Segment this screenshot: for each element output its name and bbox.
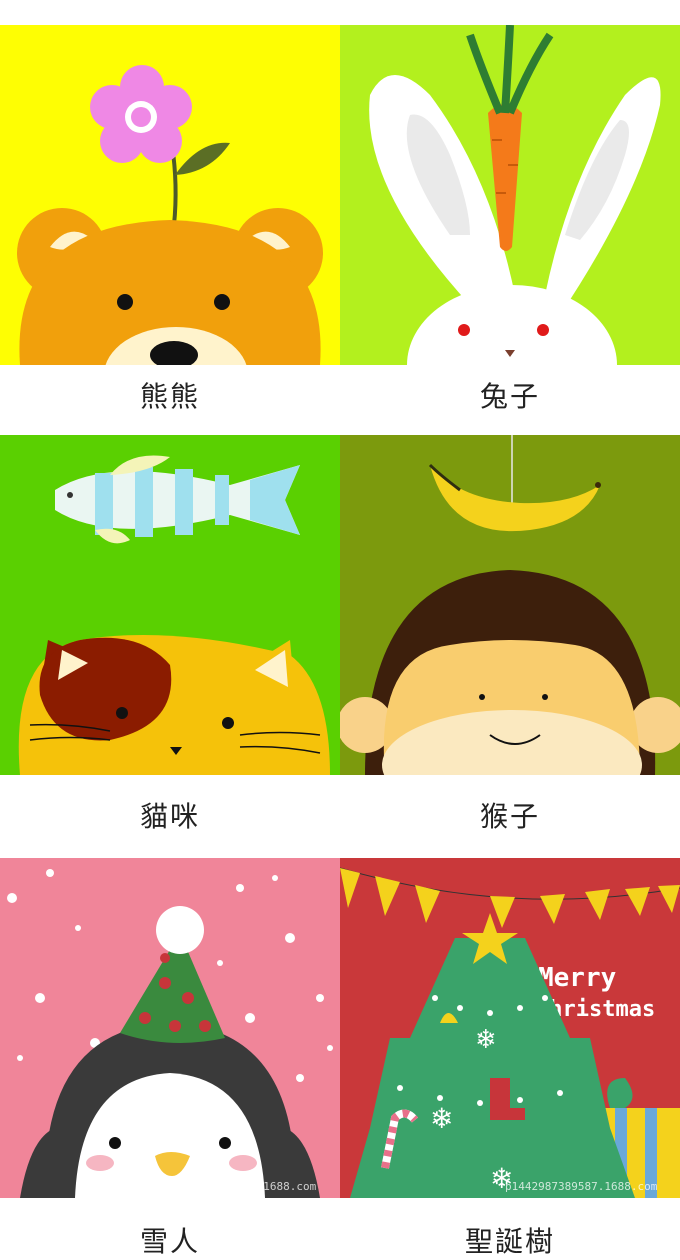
christmas-tree-card[interactable]: Merry christmas ❄ ❄ ❄ p1442987389587.168… <box>340 858 680 1198</box>
cat-illustration <box>0 435 340 775</box>
svg-text:❄: ❄ <box>475 1025 497 1055</box>
penguin-caption: 雪人 <box>139 1225 200 1258</box>
monkey-caption: 猴子 <box>479 800 540 833</box>
christmas-tree-caption: 聖誕樹 <box>464 1225 555 1258</box>
rabbit-caption: 兔子 <box>479 380 540 413</box>
bear-illustration <box>0 25 340 365</box>
bear-card[interactable] <box>0 25 340 365</box>
penguin-card[interactable]: 7.1688.com <box>0 858 340 1198</box>
watermark-left: 7.1688.com <box>250 1180 317 1193</box>
svg-text:❄: ❄ <box>430 1102 453 1135</box>
watermark-right: p1442987389587.1688.com <box>505 1180 658 1193</box>
cat-caption: 貓咪 <box>139 800 200 833</box>
rabbit-card[interactable] <box>340 25 680 365</box>
bear-caption: 熊熊 <box>139 380 200 413</box>
cat-card[interactable] <box>0 435 340 775</box>
rabbit-illustration <box>340 25 680 365</box>
christmas-tree-illustration: Merry christmas ❄ ❄ ❄ <box>340 858 680 1198</box>
greeting-line-1: Merry <box>538 963 616 993</box>
monkey-illustration <box>340 435 680 775</box>
penguin-illustration <box>0 858 340 1198</box>
monkey-card[interactable] <box>340 435 680 775</box>
